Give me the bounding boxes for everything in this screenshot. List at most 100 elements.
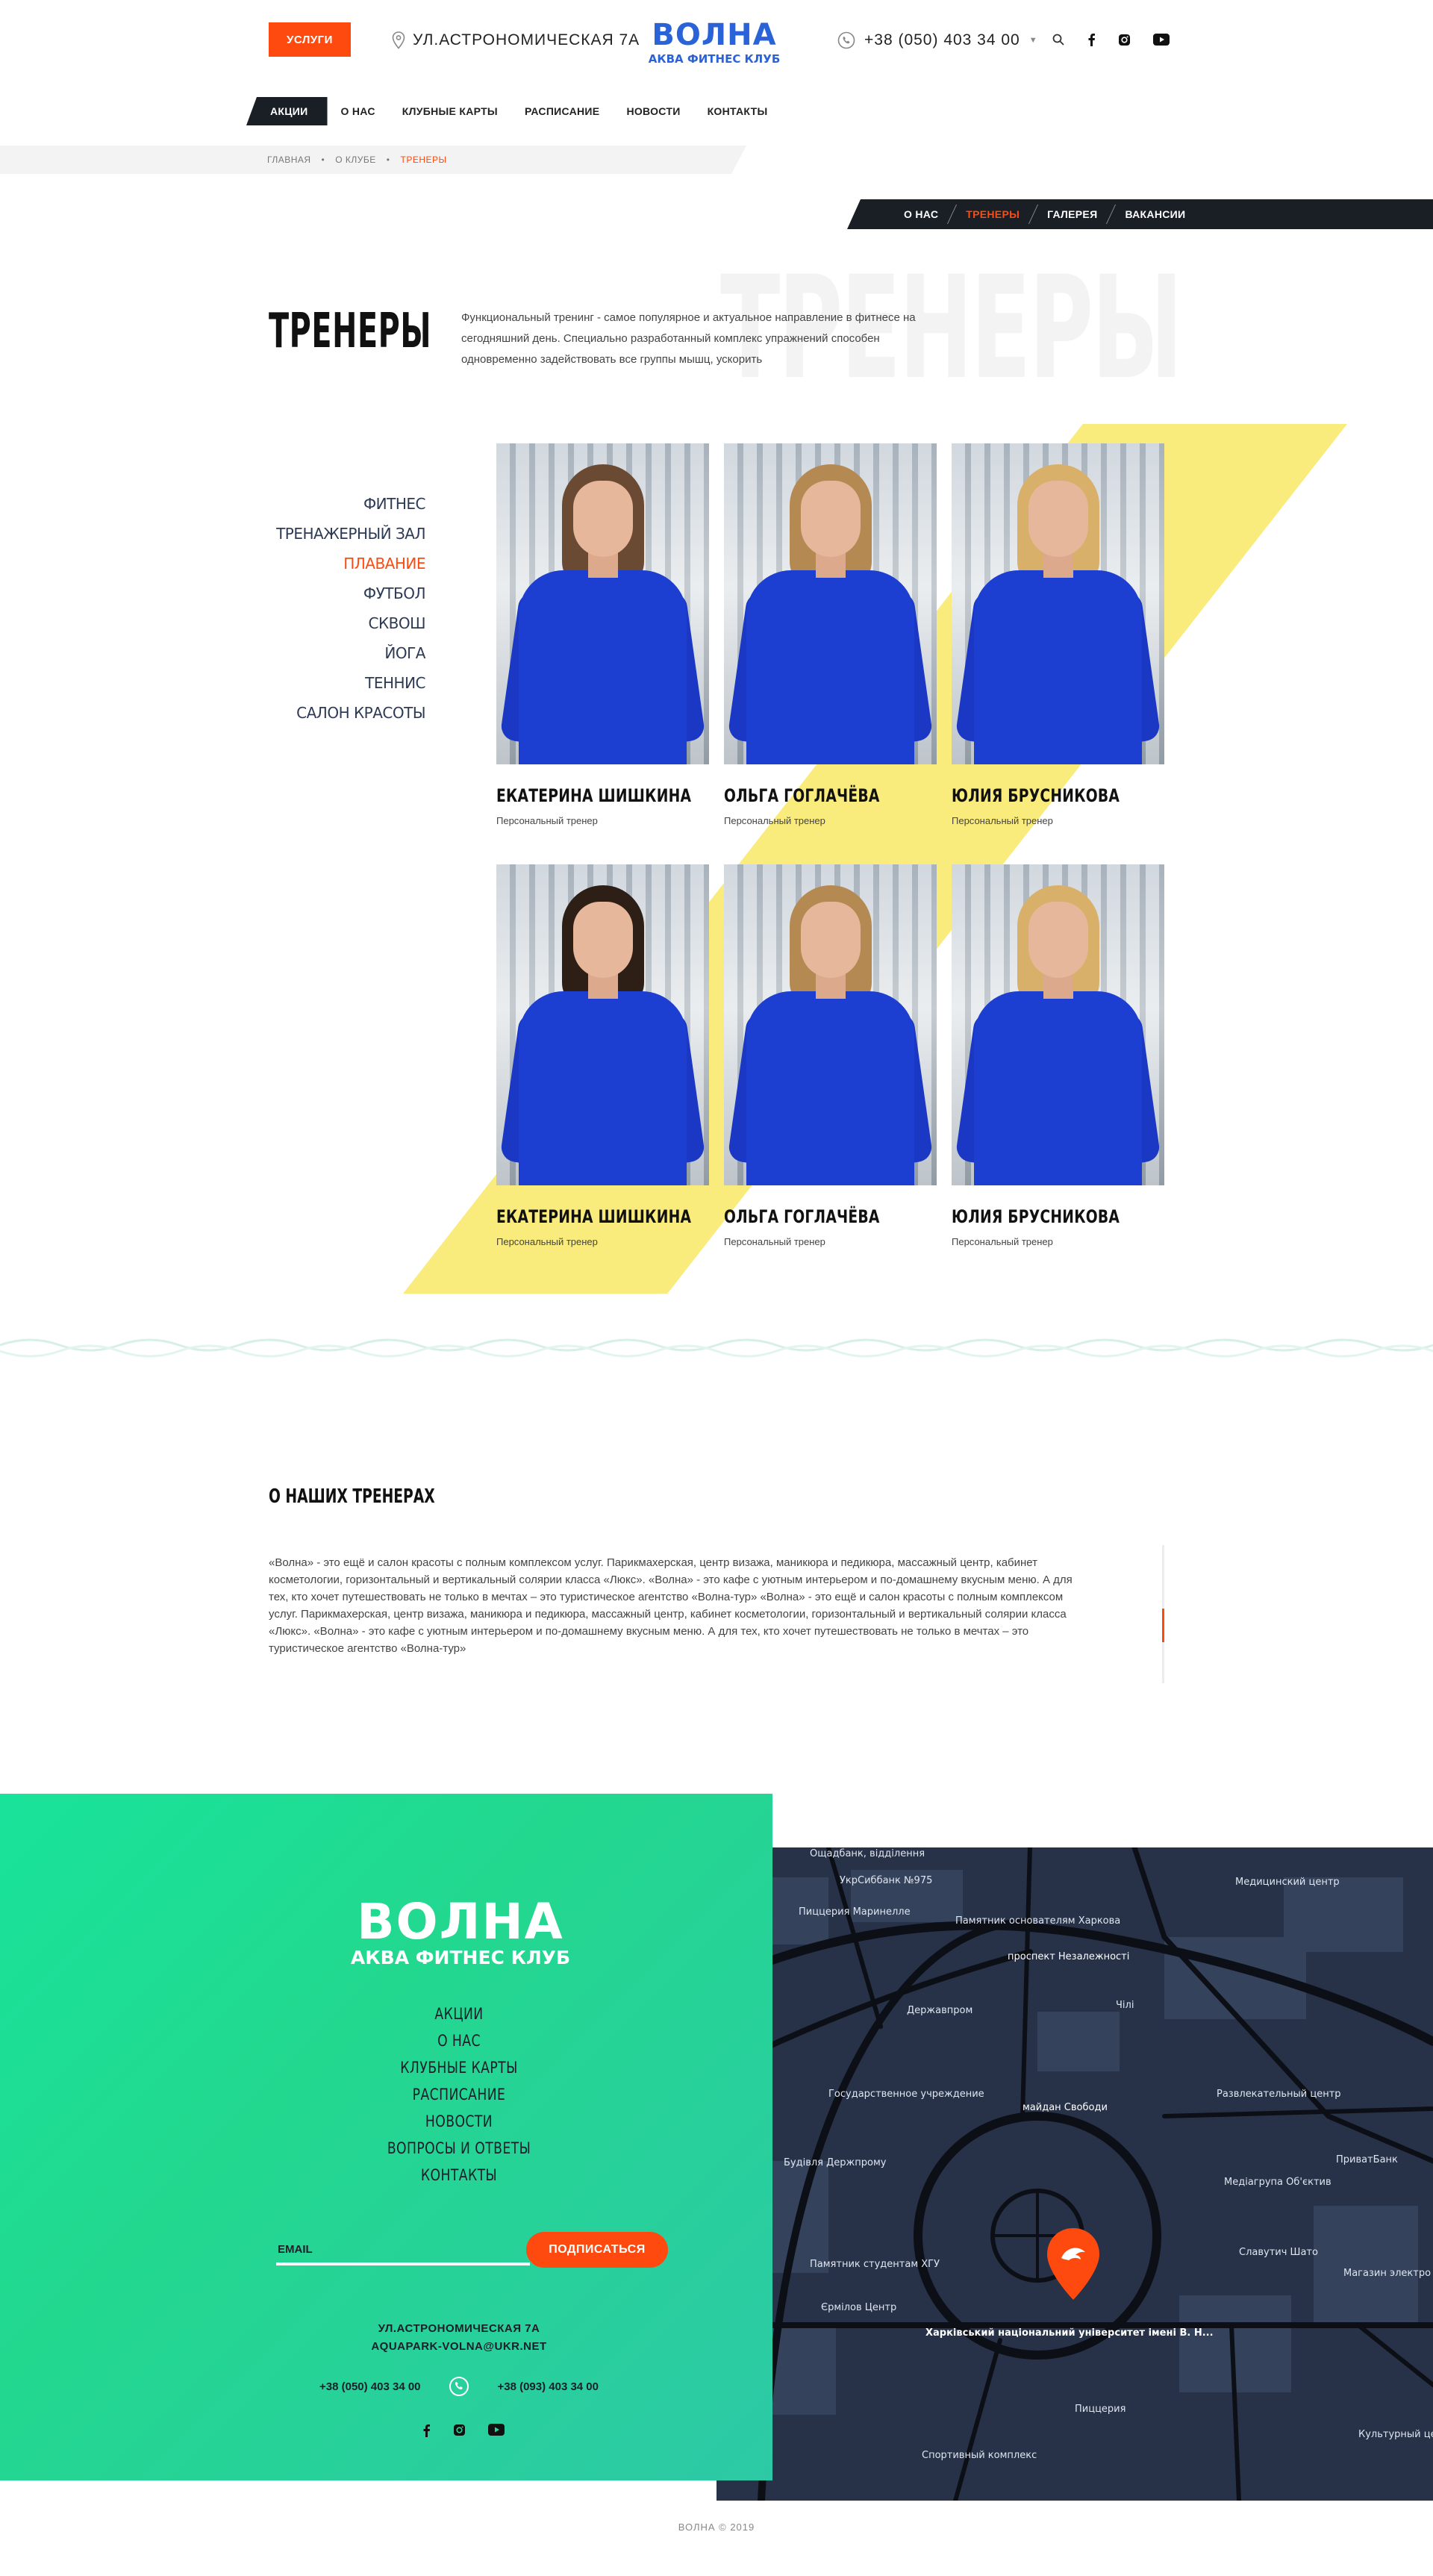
main-nav: АКЦИИ О НАС КЛУБНЫЕ КАРТЫ РАСПИСАНИЕ НОВ… [246,97,781,125]
footer-phones: +38 (050) 403 34 00 +38 (093) 403 34 00 [284,2376,634,2397]
footer-email[interactable]: AQUAPARK-VOLNA@UKR.NET [284,2338,634,2356]
scrollbar-thumb[interactable] [1162,1609,1164,1642]
footer-address: УЛ.АСТРОНОМИЧЕСКАЯ 7А [378,2322,540,2335]
nav-item-about[interactable]: О НАС [328,97,389,125]
trainer-name: ЕКАТЕРИНА ШИШКИНА [496,785,692,806]
breadcrumb-separator: • [321,155,325,165]
whatsapp-icon[interactable] [449,2376,469,2397]
header-phone[interactable]: +38 (050) 403 34 00 ▼ [837,31,1038,49]
about-text: «Волна» - это ещё и салон красоты с полн… [269,1556,1073,1655]
trainer-role: Персональный тренер [952,1236,1053,1247]
category-gym[interactable]: ТРЕНАЖЕРНЫЙ ЗАЛ [224,519,425,549]
map-label: Будівля Держпрому [784,2157,887,2168]
nav-item-promotions[interactable]: АКЦИИ [246,97,328,125]
subnav-vacancies[interactable]: ВАКАНСИИ [1125,208,1185,220]
category-fitness[interactable]: ФИТНЕС [224,489,426,519]
about-scrollbar[interactable] [1162,1545,1164,1683]
footer-menu-item[interactable]: АКЦИИ [315,2000,602,2027]
footer-menu-item[interactable]: КЛУБНЫЕ КАРТЫ [315,2054,602,2081]
map-label: Державпром [907,2005,972,2016]
breadcrumb-home[interactable]: ГЛАВНАЯ [267,155,311,165]
map-label: Єрмілов Центр [821,2302,896,2313]
footer-logo[interactable]: ВОЛНА АКВА ФИТНЕС КЛУБ [340,1892,582,1971]
trainer-card[interactable]: ЕКАТЕРИНА ШИШКИНА Персональный тренер [496,443,709,826]
map-label: Культурный центр [1358,2429,1433,2440]
nav-item-news[interactable]: НОВОСТИ [613,97,693,125]
search-icon[interactable] [1052,34,1064,46]
trainer-card[interactable]: ЮЛИЯ БРУСНИКОВА Персональный тренер [952,864,1164,1247]
subnav-trainers[interactable]: ТРЕНЕРЫ [966,208,1020,220]
trainer-photo [496,443,709,764]
logo[interactable]: ВОЛНА АКВА ФИТНЕС КЛУБ [642,16,787,69]
subnav-gallery[interactable]: ГАЛЕРЕЯ [1047,208,1097,220]
subnav-divider [1106,205,1117,224]
trainer-role: Персональный тренер [496,815,598,826]
trainer-photo [724,864,937,1185]
category-beauty-salon[interactable]: САЛОН КРАСОТЫ [224,698,425,728]
wave-divider [0,1338,1433,1358]
trainer-photo [724,443,937,764]
map-label: Медіагрупа Об'єктив [1224,2177,1331,2188]
instagram-icon[interactable] [453,2424,466,2436]
trainer-card[interactable]: ЮЛИЯ БРУСНИКОВА Персональный тренер [952,443,1164,826]
subscribe-button[interactable]: ПОДПИСАТЬСЯ [526,2232,668,2268]
youtube-icon[interactable] [488,2424,505,2436]
trainer-card[interactable]: ОЛЬГА ГОГЛАЧЁВА Персональный тренер [724,443,937,826]
email-placeholder: EMAIL [278,2243,313,2256]
category-tennis[interactable]: ТЕННИС [224,668,425,698]
trainer-role: Персональный тренер [724,815,825,826]
logo-subtitle: АКВА ФИТНЕС КЛУБ [649,52,781,66]
footer-social [422,2424,505,2437]
nav-item-contacts[interactable]: КОНТАКТЫ [694,97,781,125]
category-yoga[interactable]: ЙОГА [224,638,425,668]
subnav-about[interactable]: О НАС [904,208,938,220]
footer-phone-2[interactable]: +38 (093) 403 34 00 [497,2380,599,2393]
footer-logo-subtitle: АКВА ФИТНЕС КЛУБ [351,1947,570,1968]
instagram-icon[interactable] [1118,34,1131,46]
map-label: Развлекательный центр [1217,2089,1341,2100]
trainer-photo [952,443,1164,764]
map-label: ПриватБанк [1336,2154,1398,2165]
youtube-icon[interactable] [1153,34,1170,46]
trainer-card[interactable]: ОЛЬГА ГОГЛАЧЁВА Персональный тренер [724,864,937,1247]
footer-menu-item[interactable]: НОВОСТИ [315,2108,602,2135]
page-title: ТРЕНЕРЫ [269,304,432,359]
page-intro: Функциональный тренинг - самое популярно… [461,311,916,366]
newsletter-email-field[interactable]: EMAIL [276,2236,530,2265]
section-subnav: О НАС ТРЕНЕРЫ ГАЛЕРЕЯ ВАКАНСИИ [847,199,1433,229]
map-label: Магазин электро [1343,2268,1431,2279]
trainer-name: ОЛЬГА ГОГЛАЧЁВА [724,785,880,806]
phone-icon [837,31,855,49]
trainer-role: Персональный тренер [724,1236,825,1247]
map-marker-icon[interactable] [1045,2227,1102,2301]
footer-contacts: УЛ.АСТРОНОМИЧЕСКАЯ 7А AQUAPARK-VOLNA@UKR… [284,2320,634,2356]
footer-menu-item[interactable]: РАСПИСАНИЕ [315,2081,602,2108]
map-label: Славутич Шато [1239,2247,1318,2258]
facebook-icon[interactable] [1087,33,1096,46]
trainer-name: ОЛЬГА ГОГЛАЧЁВА [724,1206,880,1227]
footer-phone-1[interactable]: +38 (050) 403 34 00 [319,2380,421,2393]
location-map[interactable]: Ощадбанк, відділення УкрСиббанк №975 Пиц… [716,1847,1433,2501]
map-label: Пиццерия [1075,2404,1126,2415]
header-address: УЛ.АСТРОНОМИЧЕСКАЯ 7А [392,31,640,49]
breadcrumb-club[interactable]: О КЛУБЕ [335,155,376,165]
category-squash[interactable]: СКВОШ [224,608,425,638]
trainer-name: ЕКАТЕРИНА ШИШКИНА [496,1206,692,1227]
footer-menu-item[interactable]: КОНТАКТЫ [315,2162,602,2189]
trainer-photo [496,864,709,1185]
services-button[interactable]: УСЛУГИ [269,22,351,57]
nav-item-club-cards[interactable]: КЛУБНЫЕ КАРТЫ [389,97,511,125]
category-football[interactable]: ФУТБОЛ [224,578,426,608]
nav-item-schedule[interactable]: РАСПИСАНИЕ [511,97,614,125]
footer-menu-item[interactable]: ВОПРОСЫ И ОТВЕТЫ [315,2135,602,2162]
map-label: Спортивный комплекс [922,2450,1037,2461]
facebook-icon[interactable] [422,2424,431,2437]
trainer-card[interactable]: ЕКАТЕРИНА ШИШКИНА Персональный тренер [496,864,709,1247]
trainer-role: Персональный тренер [952,815,1053,826]
breadcrumb: ГЛАВНАЯ • О КЛУБЕ • ТРЕНЕРЫ [267,155,447,165]
header-address-text: УЛ.АСТРОНОМИЧЕСКАЯ 7А [413,31,640,49]
footer-menu-item[interactable]: О НАС [315,2027,602,2054]
map-label: УкрСиббанк №975 [840,1875,932,1886]
category-swimming[interactable]: ПЛАВАНИЕ [224,549,425,578]
chevron-down-icon[interactable]: ▼ [1029,36,1038,45]
